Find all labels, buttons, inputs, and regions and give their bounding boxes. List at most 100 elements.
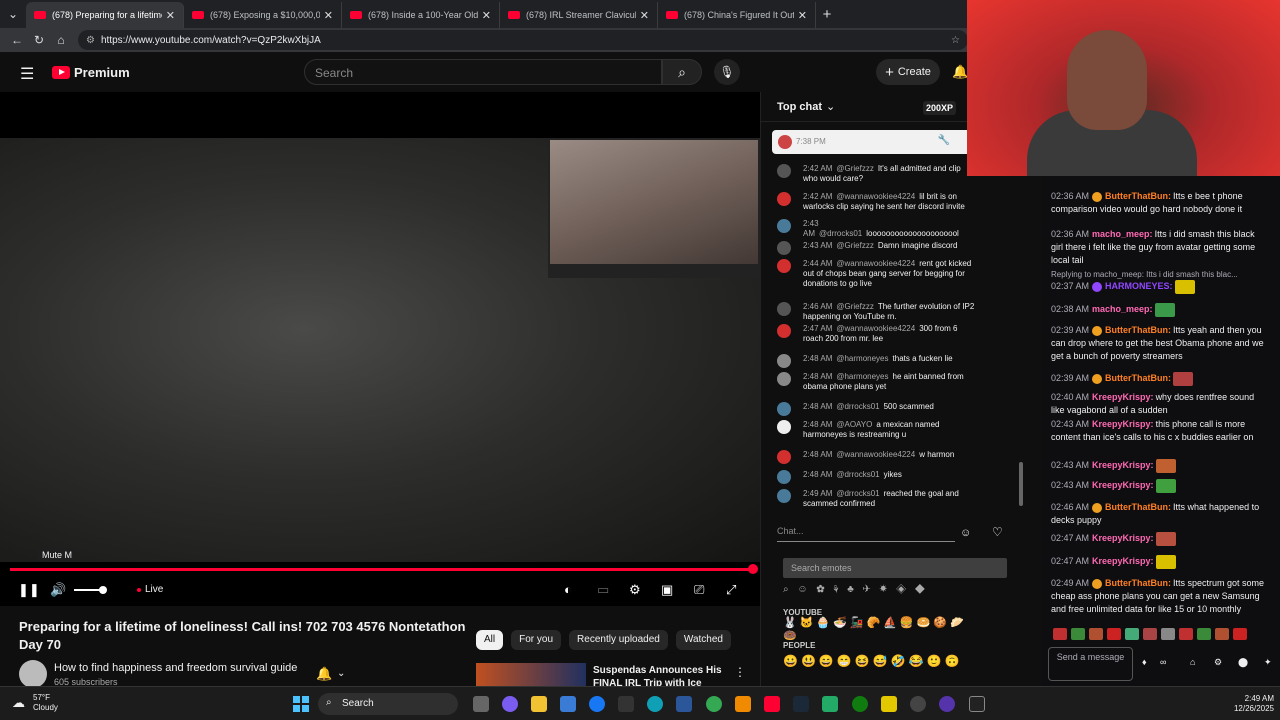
emote-icon[interactable] — [1053, 627, 1067, 640]
stream-chat-username[interactable]: macho_meep: — [1092, 304, 1153, 314]
search-button[interactable]: ⌕ — [662, 59, 702, 85]
chat-avatar[interactable] — [777, 372, 791, 386]
pinned-message[interactable]: 7:38 PM 🔧 — [772, 130, 972, 154]
close-tab-icon[interactable]: ✕ — [324, 9, 333, 22]
7tv-icon[interactable]: ⬤ — [1238, 656, 1254, 669]
fullscreen-icon[interactable]: ⤢ — [726, 582, 736, 598]
stream-chat-username[interactable]: ButterThatBun: — [1105, 191, 1171, 201]
emote-icon[interactable] — [1197, 627, 1211, 640]
emote-icon[interactable] — [1215, 627, 1229, 640]
stream-chat-username[interactable]: KreepyKrispy: — [1092, 460, 1154, 470]
recommended-title[interactable]: Suspendas Announces His FINAL IRL Trip w… — [593, 664, 733, 686]
channel-avatar[interactable] — [19, 660, 47, 688]
chat-message[interactable]: 2:48 AM @wannawookiee4224 w harmon — [777, 450, 975, 464]
chat-message[interactable]: 2:48 AM @harmoneyes he aint banned from ob… — [777, 372, 975, 392]
stream-chat-username[interactable]: KreepyKrispy: — [1092, 480, 1154, 490]
steam-icon[interactable] — [793, 696, 809, 712]
chat-author[interactable]: @wannawookiee4224 — [836, 259, 915, 268]
create-button[interactable]: + Create — [876, 59, 940, 85]
stream-chat-username[interactable]: KreepyKrispy: — [1092, 556, 1154, 566]
stream-chat-username[interactable]: KreepyKrispy: — [1092, 392, 1154, 402]
chat-avatar[interactable] — [777, 302, 791, 316]
app-icon[interactable] — [822, 696, 838, 712]
captions-icon[interactable]: ▭ — [597, 582, 609, 598]
home-icon[interactable]: ⌂ — [50, 30, 72, 50]
chat-avatar[interactable] — [777, 219, 791, 233]
people-emote-row[interactable]: 😀😃😄😁😆😅🤣😂🙂🙃 — [783, 654, 962, 668]
chat-avatar[interactable] — [777, 192, 791, 206]
chip-all[interactable]: All — [476, 630, 504, 650]
chat-avatar[interactable] — [777, 470, 791, 484]
progress-bar[interactable] — [10, 568, 755, 571]
chip-recently-uploaded[interactable]: Recently uploaded — [569, 630, 668, 650]
recorder-icon[interactable] — [939, 696, 955, 712]
browser-tab[interactable]: (678) China's Figured It Out... - Yo ✕ — [658, 2, 816, 28]
close-tab-icon[interactable]: ✕ — [640, 9, 649, 22]
browser-tab[interactable]: (678) Inside a 100-Year Old Farm ✕ — [342, 2, 500, 28]
store-icon[interactable]: ⌂ — [1190, 656, 1206, 669]
chat-message[interactable]: 2:49 AM @drrocks01 reached the goal and sc… — [777, 489, 975, 509]
xbox-icon[interactable] — [852, 696, 868, 712]
heart-icon[interactable]: ♡ — [992, 525, 1003, 539]
close-tab-icon[interactable]: ✕ — [166, 9, 175, 22]
emoji-category-bar[interactable]: ⌕ ☺ ✿ ⚘ ♣ ✈ ☀ ◈ ◆ — [783, 584, 928, 595]
wrench-icon[interactable]: 🔧 — [938, 135, 950, 146]
youtube-app-icon[interactable] — [764, 696, 780, 712]
chat-author[interactable]: @wannawookiee4224 — [836, 450, 915, 459]
volume-icon[interactable]: 🔊 — [50, 582, 66, 598]
recommended-thumbnail[interactable] — [476, 663, 586, 688]
chat-author[interactable]: @Griefzzz — [836, 164, 873, 173]
amazon-icon[interactable] — [618, 696, 634, 712]
vlc-icon[interactable] — [735, 696, 751, 712]
chat-message[interactable]: 2:48 AM @harmoneyes thats a fucken lie — [777, 354, 975, 368]
stream-chat-username[interactable]: KreepyKrispy: — [1092, 419, 1154, 429]
search-input[interactable]: Search — [304, 59, 662, 85]
chat-message[interactable]: 2:46 AM @Griefzzz The further evolution of… — [777, 302, 975, 322]
chat-avatar[interactable] — [777, 354, 791, 368]
chat-message[interactable]: 2:48 AM @drrocks01 500 scammed — [777, 402, 975, 416]
chat-author[interactable]: @harmoneyes — [836, 372, 888, 381]
start-windows-icon[interactable] — [293, 696, 309, 712]
chat-avatar[interactable] — [777, 489, 791, 503]
chrome-icon[interactable] — [706, 696, 722, 712]
stream-chat-username[interactable]: ButterThatBun: — [1105, 502, 1171, 512]
xp-badge[interactable]: 200XP — [923, 101, 957, 115]
chat-scrollbar[interactable] — [1019, 462, 1023, 506]
chat-mode-selector[interactable]: Top chat — [777, 101, 822, 113]
chevron-down-icon[interactable]: ⌄ — [826, 100, 835, 113]
chat-message[interactable]: 2:48 AM @drrocks01 yikes — [777, 470, 975, 484]
emote-strip[interactable] — [1051, 627, 1267, 640]
notes-icon[interactable] — [881, 696, 897, 712]
file-explorer-icon[interactable] — [531, 696, 547, 712]
bookmark-star-icon[interactable]: ☆ — [951, 35, 960, 46]
chat-avatar[interactable] — [777, 241, 791, 255]
taskbar-search[interactable]: ⌕ Search — [318, 693, 458, 715]
chat-avatar[interactable] — [777, 164, 791, 178]
emote-icon[interactable] — [1107, 627, 1121, 640]
obs-icon[interactable] — [910, 696, 926, 712]
chip-for-you[interactable]: For you — [511, 630, 562, 650]
chat-message[interactable]: 2:48 AM @AOAYO a mexican named harmoneyes … — [777, 420, 975, 440]
voice-search-button[interactable]: 🎙 — [714, 59, 740, 85]
notifications-bell-icon[interactable]: 🔔 — [952, 64, 968, 80]
emote-search-input[interactable]: Search emotes — [783, 558, 1007, 578]
emote-icon[interactable] — [1071, 627, 1085, 640]
chat-author[interactable]: @harmoneyes — [836, 354, 888, 363]
emote-icon[interactable] — [1143, 627, 1157, 640]
chat-avatar[interactable] — [777, 420, 791, 434]
chat-message[interactable]: 2:42 AM @wannawookiee4224 lil brit is on w… — [777, 192, 975, 212]
cast-icon[interactable]: ⎚ — [694, 582, 704, 598]
facebook-icon[interactable] — [589, 696, 605, 712]
bits-icon[interactable]: ♦ — [1142, 656, 1158, 669]
emoji-icon[interactable]: ☺ — [960, 527, 971, 539]
weather-icon[interactable]: ☁ — [12, 695, 25, 711]
emote-icon[interactable] — [1233, 627, 1247, 640]
stream-chat-username[interactable]: ButterThatBun: — [1105, 373, 1171, 383]
browser-tab[interactable]: (678) IRL Streamer Clavicular Just ✕ — [500, 2, 658, 28]
chat-author[interactable]: @Griefzzz — [836, 302, 873, 311]
chat-avatar[interactable] — [777, 402, 791, 416]
miniplayer-icon[interactable]: ▣ — [661, 582, 673, 598]
edge-icon[interactable] — [647, 696, 663, 712]
chat-author[interactable]: @wannawookiee4224 — [836, 192, 915, 201]
chat-message[interactable]: 2:47 AM @wannawookiee4224 300 from 6 roach… — [777, 324, 975, 344]
